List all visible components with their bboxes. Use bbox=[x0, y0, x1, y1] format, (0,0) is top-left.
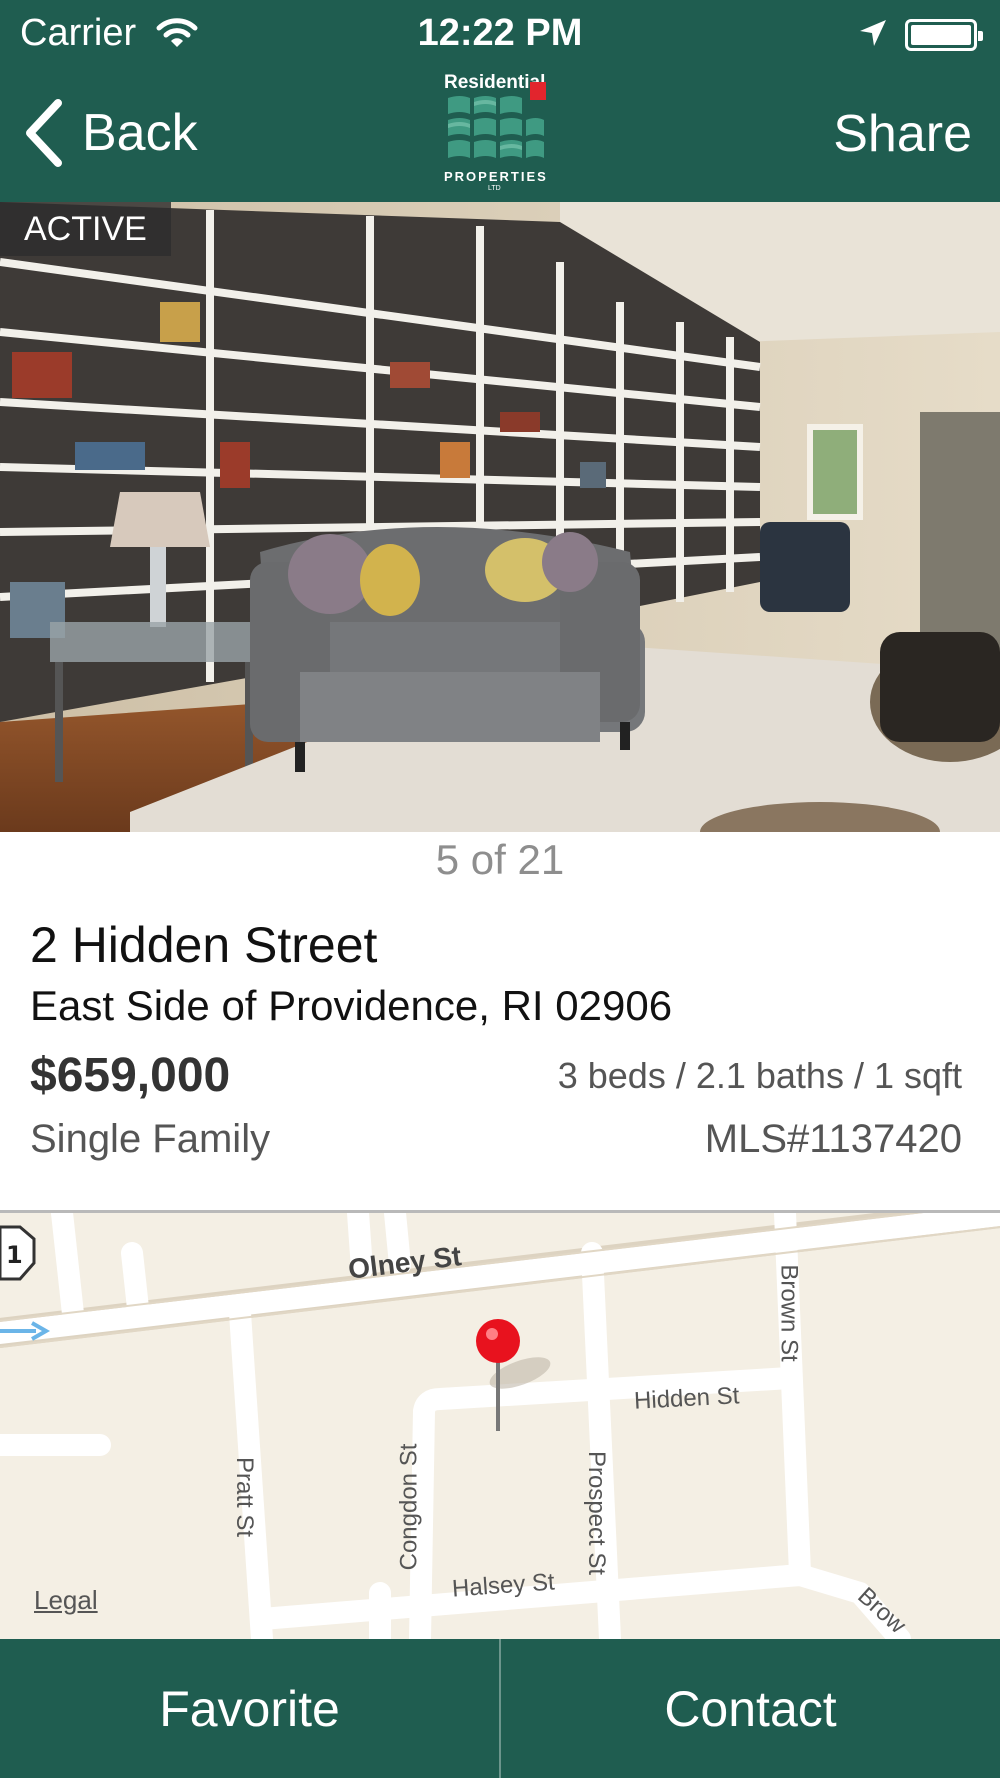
street-label-prospect: Prospect St bbox=[583, 1450, 611, 1576]
app-header: Carrier 12:22 PM Back Residential PROPER… bbox=[0, 0, 1000, 202]
share-button[interactable]: Share bbox=[833, 104, 972, 164]
location-arrow-icon bbox=[860, 20, 886, 46]
listing-price: $659,000 bbox=[30, 1049, 231, 1102]
listing-area: East Side of Providence, RI 02906 bbox=[30, 982, 673, 1029]
location-map[interactable]: 1 Olney St Brown St Hidden St Pratt St C… bbox=[0, 1213, 1000, 1639]
listing-specs: 3 beds / 2.1 baths / 1 sqft bbox=[557, 1055, 962, 1096]
chevron-left-icon bbox=[26, 99, 62, 167]
listing-photo[interactable] bbox=[0, 202, 1000, 832]
street-label-congdon: Congdon St bbox=[395, 1443, 423, 1571]
back-label: Back bbox=[82, 104, 198, 162]
map-legal-link[interactable]: Legal bbox=[34, 1585, 98, 1616]
status-badge: ACTIVE bbox=[0, 202, 171, 256]
back-button[interactable]: Back bbox=[22, 96, 198, 170]
action-bar: Favorite Contact bbox=[0, 1639, 1000, 1778]
brand-logo: Residential PROPERTIES LTD bbox=[444, 72, 548, 192]
battery-icon bbox=[905, 19, 983, 51]
svg-text:1: 1 bbox=[6, 1241, 23, 1269]
street-label-pratt: Pratt St bbox=[231, 1456, 259, 1538]
property-type: Single Family bbox=[30, 1117, 271, 1161]
status-bar: Carrier 12:22 PM bbox=[0, 0, 1000, 68]
status-time: 12:22 PM bbox=[417, 12, 583, 54]
listing-address: 2 Hidden Street bbox=[30, 917, 378, 973]
photo-counter: 5 of 21 bbox=[435, 836, 565, 883]
contact-button[interactable]: Contact bbox=[501, 1639, 1000, 1778]
street-label-hidden: Hidden St bbox=[633, 1382, 741, 1415]
mls-number: MLS#1137420 bbox=[704, 1117, 962, 1161]
living-room-image bbox=[0, 202, 1000, 832]
favorite-button[interactable]: Favorite bbox=[0, 1639, 499, 1778]
street-label-brown: Brown St bbox=[775, 1264, 803, 1362]
